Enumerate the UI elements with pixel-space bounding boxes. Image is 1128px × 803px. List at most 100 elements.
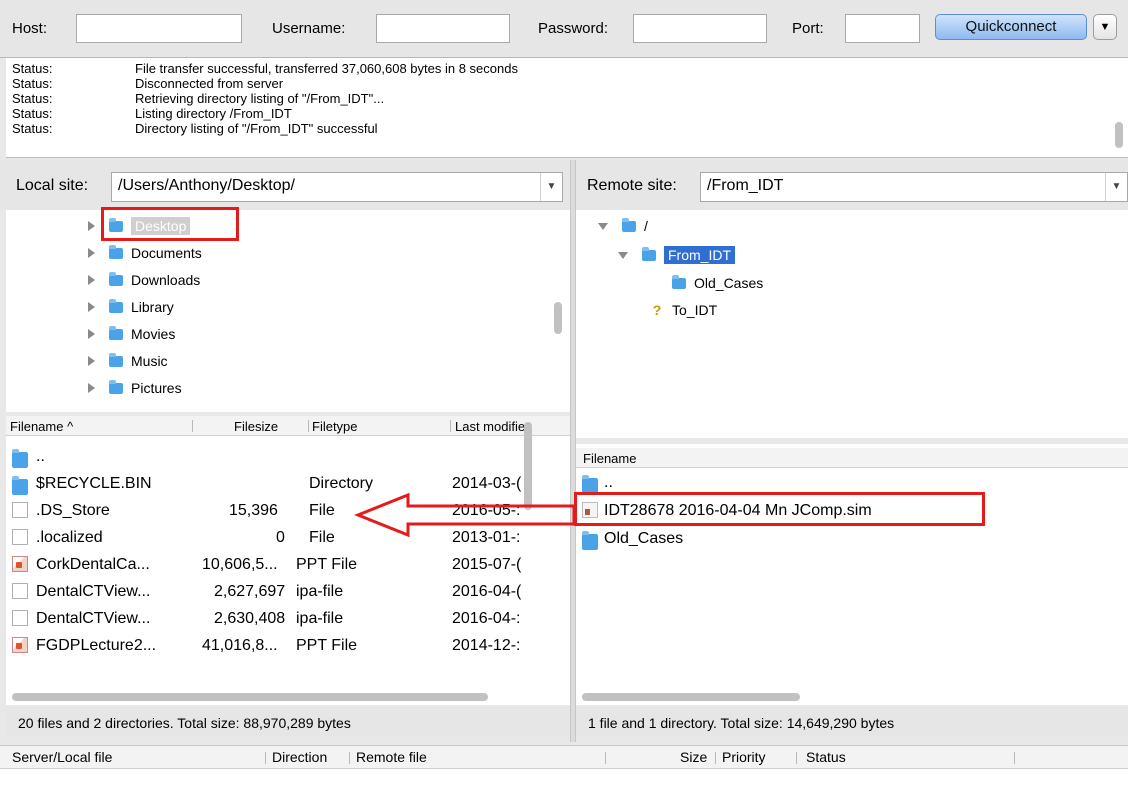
local-directory-tree[interactable]: Desktop Documents Downloads Library Movi… [6, 210, 570, 412]
expand-arrow-icon[interactable] [88, 302, 95, 312]
remote-site-path-combo[interactable]: /From_IDT ▼ [700, 172, 1128, 202]
column-separator[interactable] [715, 752, 716, 764]
folder-icon [582, 531, 598, 550]
collapse-arrow-icon[interactable] [598, 222, 608, 230]
tree-item-label: Pictures [131, 380, 182, 396]
tree-item-label: Library [131, 299, 174, 315]
tree-item-label: To_IDT [672, 302, 718, 318]
expand-arrow-icon[interactable] [88, 329, 95, 339]
port-input[interactable] [845, 14, 920, 43]
tree-item-root[interactable]: / [598, 215, 648, 237]
column-header-filesize[interactable]: Filesize [234, 419, 278, 434]
message-log[interactable]: Status: File transfer successful, transfe… [6, 58, 1128, 158]
remote-directory-tree[interactable]: / From_IDT Old_Cases ? To_IDT [576, 210, 1128, 438]
tree-item-pictures[interactable]: Pictures [88, 377, 182, 399]
local-tree-scrollbar[interactable] [554, 302, 562, 334]
folder-icon [12, 476, 28, 495]
folder-icon [109, 298, 123, 313]
powerpoint-file-icon [12, 637, 28, 653]
folder-icon [109, 352, 123, 367]
column-separator[interactable] [1014, 752, 1015, 764]
local-site-path-combo[interactable]: /Users/Anthony/Desktop/ ▼ [111, 172, 563, 202]
tree-item-label: Old_Cases [694, 275, 764, 291]
transfer-queue-header: Server/Local file Direction Remote file … [0, 745, 1128, 769]
log-scrollbar[interactable] [1115, 122, 1123, 148]
folder-icon [622, 217, 636, 232]
host-input[interactable] [76, 14, 242, 43]
column-separator[interactable] [605, 752, 606, 764]
local-status-bar: 20 files and 2 directories. Total size: … [6, 707, 570, 737]
column-separator[interactable] [349, 752, 350, 764]
file-type: PPT File [296, 556, 358, 573]
powerpoint-file-icon [12, 556, 28, 572]
collapse-arrow-icon[interactable] [618, 251, 628, 259]
expand-arrow-icon[interactable] [88, 221, 95, 231]
file-row[interactable]: DentalCTView... 2,630,408 ipa-file 2016-… [6, 606, 546, 633]
remote-file-list[interactable]: Filename .. IDT28678 2016-04-04 Mn JComp… [576, 444, 1128, 705]
quickconnect-dropdown-button[interactable]: ▼ [1093, 14, 1117, 40]
quickconnect-button[interactable]: Quickconnect [935, 14, 1087, 40]
log-message: Directory listing of "/From_IDT" success… [135, 121, 378, 136]
tree-item-downloads[interactable]: Downloads [88, 269, 200, 291]
tree-item-from-idt[interactable]: From_IDT [618, 244, 735, 266]
tree-item-documents[interactable]: Documents [88, 242, 202, 264]
expand-arrow-icon[interactable] [88, 383, 95, 393]
username-input[interactable] [376, 14, 510, 43]
file-row[interactable]: FGDPLecture2... 41,016,8... PPT File 201… [6, 633, 546, 660]
column-header-filetype[interactable]: Filetype [312, 419, 358, 434]
file-row[interactable]: DentalCTView... 2,627,697 ipa-file 2016-… [6, 579, 546, 606]
column-header-filename[interactable]: Filename ^ [10, 419, 73, 434]
column-separator[interactable] [308, 420, 309, 432]
column-header-last-modified[interactable]: Last modifie [455, 419, 525, 434]
column-header-size[interactable]: Size [680, 749, 707, 765]
expand-arrow-icon[interactable] [88, 356, 95, 366]
expand-arrow-icon[interactable] [88, 248, 95, 258]
transfer-queue-list[interactable] [0, 769, 1128, 803]
remote-site-path: /From_IDT [707, 177, 784, 194]
log-key: Status: [12, 106, 53, 121]
log-message: File transfer successful, transferred 37… [135, 61, 518, 76]
chevron-down-icon[interactable]: ▼ [540, 173, 562, 201]
column-separator[interactable] [265, 752, 266, 764]
file-name: DentalCTView... [36, 583, 151, 600]
tree-item-library[interactable]: Library [88, 296, 174, 318]
tree-item-movies[interactable]: Movies [88, 323, 175, 345]
column-separator[interactable] [450, 420, 451, 432]
file-size: 2,627,697 [214, 583, 286, 600]
local-file-list-horizontal-scrollbar[interactable] [12, 693, 488, 701]
host-label: Host: [12, 20, 48, 37]
column-header-filename[interactable]: Filename [583, 451, 636, 466]
drag-arrow-annotation [353, 492, 576, 538]
remote-file-list-horizontal-scrollbar[interactable] [582, 693, 800, 701]
column-header-remote-file[interactable]: Remote file [356, 749, 427, 765]
file-name: .. [604, 474, 613, 491]
local-site-path: /Users/Anthony/Desktop/ [118, 177, 295, 194]
log-row: Status: Retrieving directory listing of "… [6, 91, 1128, 106]
column-header-status[interactable]: Status [806, 749, 846, 765]
highlight-box-remote-file [574, 492, 985, 526]
tree-item-to-idt[interactable]: ? To_IDT [650, 299, 717, 321]
column-separator[interactable] [192, 420, 193, 432]
file-row[interactable]: Old_Cases [576, 526, 1116, 553]
chevron-down-icon: ▼ [1099, 21, 1111, 33]
port-label: Port: [792, 20, 824, 37]
log-key: Status: [12, 61, 53, 76]
column-header-priority[interactable]: Priority [722, 749, 766, 765]
file-modified: 2015-07-( [452, 556, 522, 573]
column-separator[interactable] [796, 752, 797, 764]
column-header-direction[interactable]: Direction [272, 749, 327, 765]
tree-item-old-cases[interactable]: Old_Cases [672, 272, 763, 294]
file-modified: 2016-04-( [452, 583, 522, 600]
file-type: PPT File [296, 637, 358, 654]
local-file-list[interactable]: Filename ^ Filesize Filetype Last modifi… [6, 416, 570, 705]
column-header-server-local-file[interactable]: Server/Local file [12, 749, 112, 765]
file-row[interactable]: CorkDentalCa... 10,606,5... PPT File 201… [6, 552, 546, 579]
file-row[interactable]: .. [6, 444, 546, 471]
chevron-down-icon[interactable]: ▼ [1105, 173, 1127, 201]
tree-item-music[interactable]: Music [88, 350, 168, 372]
file-type: ipa-file [296, 583, 344, 600]
file-name: FGDPLecture2... [36, 637, 157, 654]
username-label: Username: [272, 20, 346, 37]
expand-arrow-icon[interactable] [88, 275, 95, 285]
password-input[interactable] [633, 14, 767, 43]
